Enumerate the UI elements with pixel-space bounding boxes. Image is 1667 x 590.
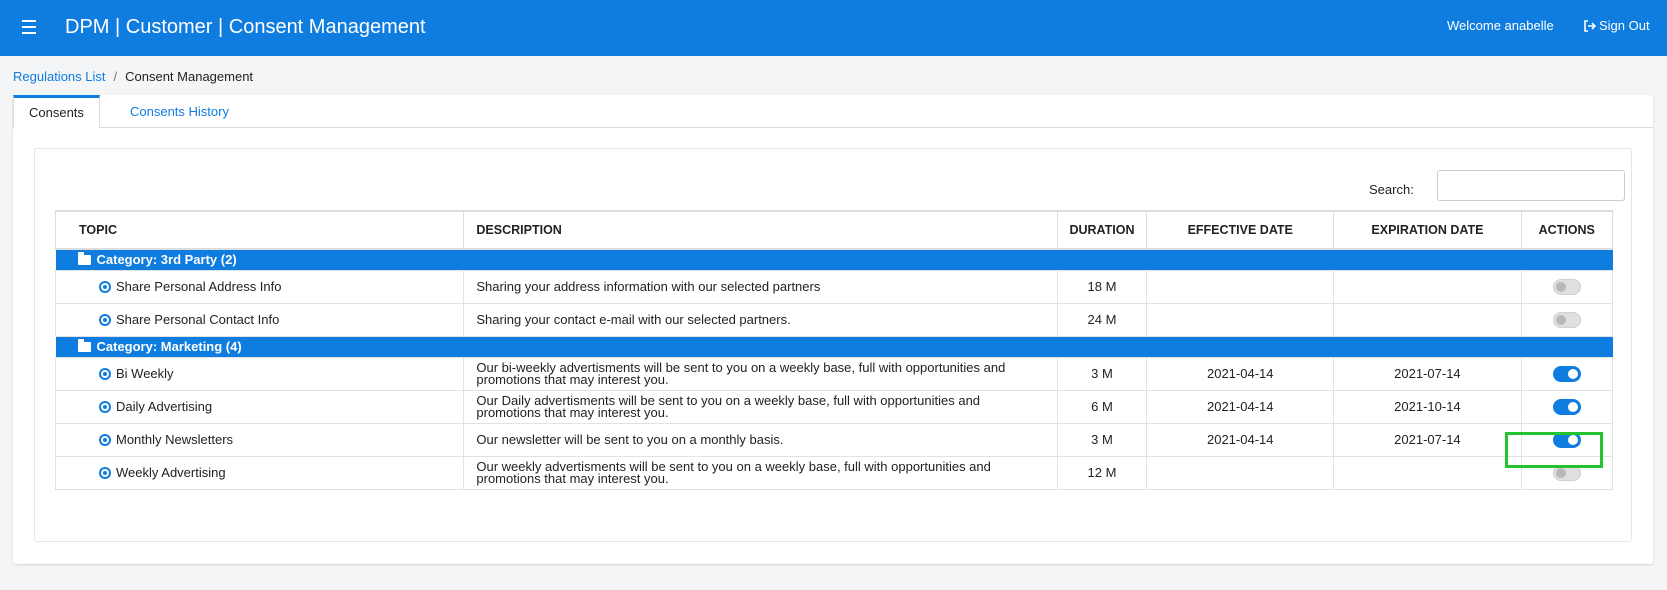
folder-icon [77, 339, 91, 352]
expiration-date-cell: 2021-07-14 [1333, 422, 1522, 457]
topic-description: Sharing your contact e-mail with our sel… [463, 302, 1058, 337]
column-header-effective-date[interactable]: EFFECTIVE DATE [1146, 210, 1335, 250]
tab-consents-history[interactable]: Consents History [115, 95, 244, 129]
table-row: Weekly Advertising Our weekly advertisme… [54, 455, 1613, 490]
expiration-date-cell: 2021-10-14 [1333, 389, 1522, 424]
top-bar: DPM | Customer | Consent Management Welc… [0, 0, 1667, 56]
menu-icon[interactable] [22, 20, 36, 34]
column-header-actions: ACTIONS [1520, 210, 1613, 250]
expiration-date-cell [1333, 302, 1522, 337]
consent-toggle[interactable] [1552, 365, 1581, 382]
table-row: Share Personal Contact Info Sharing your… [54, 302, 1613, 337]
column-header-expiration-date[interactable]: EXPIRATION DATE [1333, 210, 1522, 250]
consents-table: TOPIC DESCRIPTION DURATION EFFECTIVE DAT… [54, 210, 1613, 490]
expiration-date-cell: 2021-07-14 [1333, 356, 1522, 391]
topic-description: Our newsletter will be sent to you on a … [463, 422, 1058, 457]
breadcrumb-regulations-list[interactable]: Regulations List [13, 69, 106, 84]
topic-name: Share Personal Address Info [116, 279, 282, 294]
duration-cell: 18 M [1056, 269, 1148, 304]
topic-description: Our Daily advertisments will be sent to … [463, 389, 1058, 424]
effective-date-cell: 2021-04-14 [1146, 389, 1335, 424]
topic-name: Weekly Advertising [116, 465, 226, 480]
category-row-marketing[interactable]: Category: Marketing (4) [55, 336, 1613, 357]
topic-bullet-icon [99, 280, 111, 293]
effective-date-cell: 2021-04-14 [1146, 422, 1335, 457]
consent-toggle[interactable] [1552, 398, 1581, 415]
expiration-date-cell [1333, 455, 1522, 490]
tab-consents[interactable]: Consents [13, 95, 100, 129]
column-header-duration[interactable]: DURATION [1056, 210, 1148, 250]
duration-cell: 3 M [1056, 356, 1148, 391]
tab-bar: Consents Consents History [13, 95, 1653, 129]
consent-toggle[interactable] [1552, 431, 1581, 448]
duration-cell: 24 M [1056, 302, 1148, 337]
search-label: Search: [1369, 182, 1414, 197]
search-input[interactable] [1437, 170, 1625, 201]
effective-date-cell [1146, 302, 1335, 337]
category-label: Category: Marketing (4) [96, 339, 242, 354]
consent-toggle[interactable] [1552, 311, 1581, 328]
topic-name: Daily Advertising [116, 399, 213, 414]
topic-name: Share Personal Contact Info [116, 312, 280, 327]
sign-out-label: Sign Out [1599, 18, 1650, 33]
consent-toggle[interactable] [1552, 464, 1581, 481]
table-header-row: TOPIC DESCRIPTION DURATION EFFECTIVE DAT… [54, 210, 1613, 250]
table-row: Share Personal Address Info Sharing your… [54, 269, 1613, 304]
effective-date-cell [1146, 269, 1335, 304]
column-header-topic[interactable]: TOPIC [54, 210, 465, 250]
sign-out-icon [1584, 19, 1596, 32]
sign-out-button[interactable]: Sign Out [1583, 18, 1650, 33]
consent-toggle[interactable] [1552, 278, 1581, 295]
category-row-3rd-party[interactable]: Category: 3rd Party (2) [55, 249, 1613, 270]
effective-date-cell: 2021-04-14 [1146, 356, 1335, 391]
column-header-description[interactable]: DESCRIPTION [463, 210, 1058, 250]
topic-name: Bi Weekly [116, 366, 174, 381]
topic-description: Sharing your address information with ou… [463, 269, 1058, 304]
topic-bullet-icon [99, 367, 111, 380]
app-title: DPM | Customer | Consent Management [65, 16, 426, 38]
consents-panel: Search: TOPIC DESCRIPTION DURATION EFFEC… [34, 148, 1632, 542]
welcome-text: Welcome anabelle [1447, 18, 1554, 33]
effective-date-cell [1146, 455, 1335, 490]
breadcrumb: Regulations List / Consent Management [13, 69, 253, 84]
topic-bullet-icon [99, 466, 111, 479]
table-row: Daily Advertising Our Daily advertisment… [54, 389, 1613, 424]
table-row: Monthly Newsletters Our newsletter will … [54, 422, 1613, 457]
table-row: Bi Weekly Our bi-weekly advertisments wi… [54, 356, 1613, 391]
duration-cell: 3 M [1056, 422, 1148, 457]
breadcrumb-current: Consent Management [125, 69, 254, 84]
consents-card: Consents Consents History Search: TOPIC … [13, 95, 1653, 564]
breadcrumb-separator: / [113, 69, 118, 84]
folder-icon [77, 252, 91, 266]
duration-cell: 12 M [1056, 455, 1148, 490]
topic-bullet-icon [99, 400, 111, 413]
expiration-date-cell [1333, 269, 1522, 304]
topic-description: Our weekly advertisments will be sent to… [463, 455, 1058, 490]
category-label: Category: 3rd Party (2) [96, 252, 237, 268]
duration-cell: 6 M [1056, 389, 1148, 424]
topic-bullet-icon [99, 433, 111, 446]
topic-name: Monthly Newsletters [116, 432, 234, 447]
topic-bullet-icon [99, 313, 111, 326]
topic-description: Our bi-weekly advertisments will be sent… [463, 356, 1058, 391]
